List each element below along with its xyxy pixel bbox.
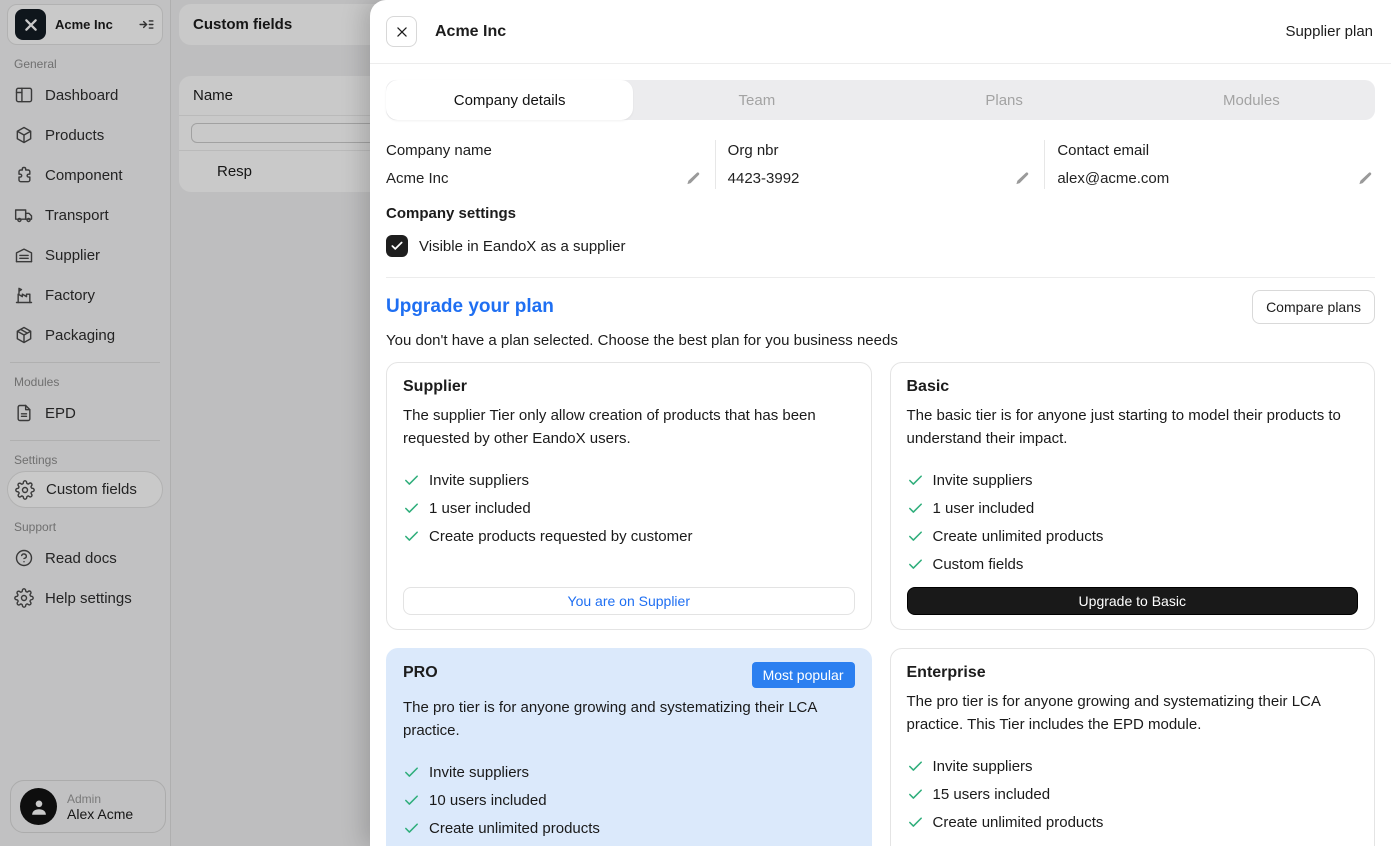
close-button[interactable] (386, 16, 417, 47)
plan-description: The pro tier is for anyone growing and s… (403, 697, 855, 742)
most-popular-badge: Most popular (752, 662, 855, 688)
tab-modules[interactable]: Modules (1128, 80, 1375, 120)
plan-name: Basic (907, 376, 950, 396)
field-contact-email: Contact email alex@acme.com (1045, 140, 1375, 189)
field-company-name: Company name Acme Inc (386, 140, 716, 189)
tab-plans[interactable]: Plans (881, 80, 1128, 120)
edit-company-name-icon[interactable] (685, 171, 701, 187)
check-icon (403, 792, 420, 809)
check-icon (907, 758, 924, 775)
field-label: Company name (386, 142, 701, 159)
drawer-title: Acme Inc (435, 23, 506, 41)
current-plan-label: Supplier plan (1285, 23, 1375, 40)
plan-feature: Create unlimited products (907, 528, 1359, 545)
plan-feature: Invite suppliers (907, 472, 1359, 489)
divider (386, 277, 1375, 278)
tab-bar: Company details Team Plans Modules (386, 80, 1375, 120)
check-icon (403, 764, 420, 781)
field-label: Contact email (1057, 142, 1373, 159)
drawer-header: Acme Inc Supplier plan (370, 0, 1391, 64)
plan-card-pro: PRO Most popular The pro tier is for any… (386, 648, 872, 846)
plan-name: PRO (403, 662, 438, 682)
checkbox-label: Visible in EandoX as a supplier (419, 238, 626, 255)
check-icon (403, 500, 420, 517)
visible-supplier-checkbox[interactable] (386, 235, 408, 257)
plan-feature: Custom fields (907, 556, 1359, 573)
plan-feature: Create unlimited products (907, 814, 1359, 831)
edit-org-nbr-icon[interactable] (1014, 171, 1030, 187)
plan-cards: Supplier The supplier Tier only allow cr… (386, 362, 1375, 846)
company-drawer: Acme Inc Supplier plan Company details T… (370, 0, 1391, 846)
field-value: Acme Inc (386, 170, 449, 187)
upgrade-to-basic-button[interactable]: Upgrade to Basic (907, 587, 1359, 615)
plan-feature: 15 users included (907, 786, 1359, 803)
plan-feature: 10 users included (403, 792, 855, 809)
plan-name: Enterprise (907, 662, 986, 682)
plan-feature: Create products requested by customer (403, 528, 855, 545)
upgrade-subtitle: You don't have a plan selected. Choose t… (386, 332, 1375, 349)
plan-feature: 1 user included (403, 500, 855, 517)
close-icon (395, 25, 409, 39)
supplier-visibility-setting: Visible in EandoX as a supplier (386, 235, 1375, 261)
plan-name: Supplier (403, 376, 467, 396)
check-icon (907, 786, 924, 803)
tab-company-details[interactable]: Company details (386, 80, 633, 120)
check-icon (907, 500, 924, 517)
current-plan-button[interactable]: You are on Supplier (403, 587, 855, 615)
plan-card-supplier: Supplier The supplier Tier only allow cr… (386, 362, 872, 630)
plan-feature: Invite suppliers (907, 758, 1359, 775)
plan-card-enterprise: Enterprise The pro tier is for anyone gr… (890, 648, 1376, 846)
plan-feature: 1 user included (907, 500, 1359, 517)
plan-feature: Invite suppliers (403, 472, 855, 489)
check-icon (907, 472, 924, 489)
compare-plans-button[interactable]: Compare plans (1252, 290, 1375, 324)
field-value: alex@acme.com (1057, 170, 1169, 187)
check-icon (907, 556, 924, 573)
drawer-body: Company details Team Plans Modules Compa… (370, 64, 1391, 846)
check-icon (403, 472, 420, 489)
check-icon (403, 528, 420, 545)
company-fields: Company name Acme Inc Org nbr 4423-3992 … (386, 140, 1375, 189)
upgrade-heading: Upgrade your plan (386, 296, 554, 318)
check-icon (390, 239, 404, 253)
field-value: 4423-3992 (728, 170, 800, 187)
field-org-nbr: Org nbr 4423-3992 (716, 140, 1046, 189)
field-label: Org nbr (728, 142, 1031, 159)
check-icon (403, 820, 420, 837)
plan-feature: Create unlimited products (403, 820, 855, 837)
plan-description: The basic tier is for anyone just starti… (907, 405, 1359, 450)
edit-contact-email-icon[interactable] (1357, 171, 1373, 187)
company-settings-heading: Company settings (386, 205, 1375, 222)
plan-card-basic: Basic The basic tier is for anyone just … (890, 362, 1376, 630)
plan-feature: Invite suppliers (403, 764, 855, 781)
check-icon (907, 814, 924, 831)
check-icon (907, 528, 924, 545)
plan-description: The pro tier is for anyone growing and s… (907, 691, 1359, 736)
tab-team[interactable]: Team (633, 80, 880, 120)
plan-description: The supplier Tier only allow creation of… (403, 405, 855, 450)
